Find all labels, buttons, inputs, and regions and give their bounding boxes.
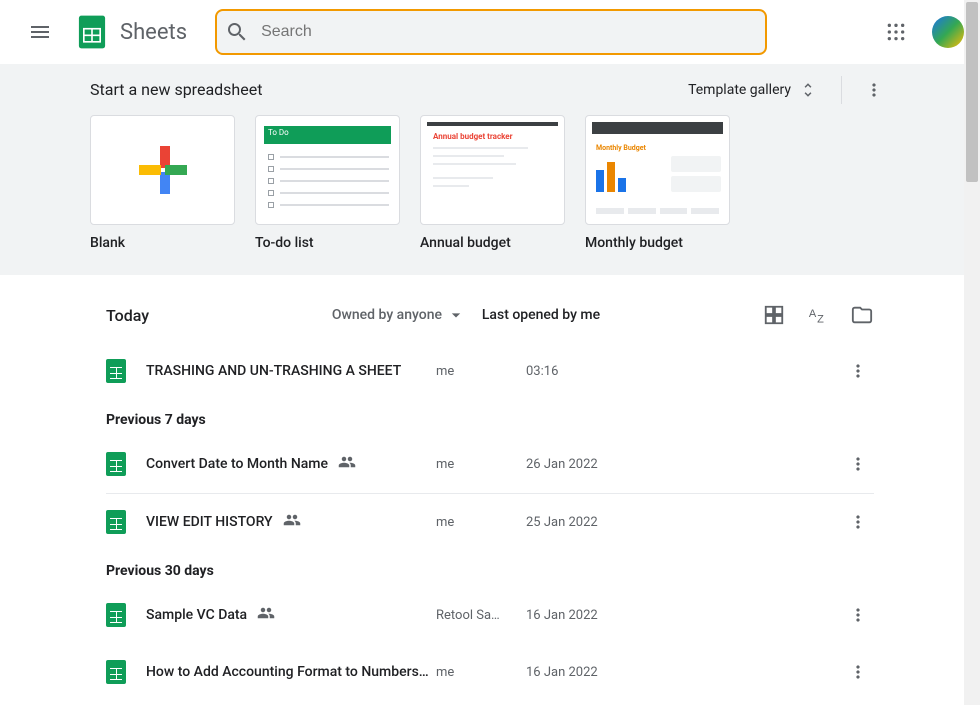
templates-header: Start a new spreadsheet Template gallery	[90, 80, 890, 99]
template-todo[interactable]: To Do To-do list	[255, 115, 400, 251]
account-avatar[interactable]	[932, 16, 964, 48]
document-owner: me	[436, 457, 526, 472]
document-date: 16 Jan 2022	[526, 665, 666, 680]
shared-icon	[257, 604, 275, 626]
template-thumb-todo: To Do	[255, 115, 400, 225]
section-heading: Previous 7 days	[90, 400, 890, 436]
divider	[841, 76, 842, 104]
document-owner: me	[436, 665, 526, 680]
open-file-picker-button[interactable]	[850, 303, 874, 327]
templates-section: Start a new spreadsheet Template gallery	[0, 64, 980, 275]
document-more-button[interactable]	[842, 448, 874, 480]
document-name: VIEW EDIT HISTORY	[146, 511, 436, 533]
sort-label: Last opened by me	[482, 307, 600, 323]
template-label: Monthly budget	[585, 235, 730, 251]
document-date: 26 Jan 2022	[526, 457, 666, 472]
sort-button[interactable]: Last opened by me	[466, 307, 616, 323]
plus-icon	[139, 146, 187, 194]
document-date: 16 Jan 2022	[526, 608, 666, 623]
header: Sheets	[0, 0, 980, 64]
sort-az-icon: AZ	[807, 304, 829, 326]
more-vert-icon	[864, 80, 884, 100]
apps-grid-icon	[886, 22, 906, 42]
document-owner: Retool Sa…	[436, 608, 526, 623]
shared-icon	[338, 453, 356, 475]
template-thumb-blank	[90, 115, 235, 225]
app-name: Sheets	[120, 20, 187, 45]
template-thumb-monthly: Monthly Budget	[585, 115, 730, 225]
document-list-section: Today Owned by anyone Last opened by me …	[0, 275, 980, 701]
document-owner: me	[436, 364, 526, 379]
document-more-button[interactable]	[842, 599, 874, 631]
document-list-header: Today Owned by anyone Last opened by me …	[90, 295, 890, 343]
more-vert-icon	[848, 454, 868, 474]
sheets-logo-icon	[72, 12, 112, 52]
header-right	[876, 12, 964, 52]
document-row[interactable]: How to Add Accounting Format to Numbers……	[90, 644, 890, 701]
view-controls: AZ	[616, 303, 874, 327]
folder-icon	[851, 304, 873, 326]
templates-more-button[interactable]	[858, 74, 890, 106]
search-icon	[225, 20, 249, 44]
grid-view-button[interactable]	[762, 303, 786, 327]
arrow-drop-down-icon	[446, 305, 466, 325]
sheets-file-icon	[106, 510, 146, 534]
template-label: Blank	[90, 235, 235, 251]
templates-title: Start a new spreadsheet	[90, 80, 262, 99]
template-gallery-label: Template gallery	[688, 82, 791, 98]
section-heading: Today	[106, 306, 296, 325]
document-row[interactable]: Sample VC Data Retool Sa… 16 Jan 2022	[90, 587, 890, 644]
shared-icon	[283, 511, 301, 533]
sheets-file-icon	[106, 452, 146, 476]
document-row[interactable]: TRASHING AND UN-TRASHING A SHEET me 03:1…	[90, 343, 890, 400]
more-vert-icon	[848, 361, 868, 381]
more-vert-icon	[848, 605, 868, 625]
scrollbar-thumb[interactable]	[966, 2, 978, 182]
document-name: TRASHING AND UN-TRASHING A SHEET	[146, 363, 436, 379]
sheets-file-icon	[106, 359, 146, 383]
document-row[interactable]: Convert Date to Month Name me 26 Jan 202…	[90, 436, 890, 493]
scrollbar[interactable]	[964, 0, 980, 705]
hamburger-icon	[28, 20, 52, 44]
grid-view-icon	[763, 304, 785, 326]
section-heading: Previous 30 days	[90, 551, 890, 587]
template-gallery-button[interactable]: Template gallery	[680, 77, 825, 103]
document-more-button[interactable]	[842, 656, 874, 688]
more-vert-icon	[848, 662, 868, 682]
template-monthly-budget[interactable]: Monthly Budget Monthly budget	[585, 115, 730, 251]
sort-az-button[interactable]: AZ	[806, 303, 830, 327]
document-name: Convert Date to Month Name	[146, 453, 436, 475]
template-label: To-do list	[255, 235, 400, 251]
svg-text:Z: Z	[817, 313, 824, 325]
owner-filter-label: Owned by anyone	[332, 307, 442, 323]
main-menu-button[interactable]	[16, 8, 64, 56]
sheets-file-icon	[106, 660, 146, 684]
sheets-file-icon	[106, 603, 146, 627]
search-bar[interactable]	[215, 9, 767, 55]
google-apps-button[interactable]	[876, 12, 916, 52]
template-label: Annual budget	[420, 235, 565, 251]
search-input[interactable]	[261, 23, 757, 41]
document-row[interactable]: VIEW EDIT HISTORY me 25 Jan 2022	[90, 494, 890, 551]
owner-filter-dropdown[interactable]: Owned by anyone	[296, 305, 466, 325]
document-name: How to Add Accounting Format to Numbers…	[146, 664, 436, 680]
document-name: Sample VC Data	[146, 604, 436, 626]
template-annual-budget[interactable]: Annual budget tracker Annual budget	[420, 115, 565, 251]
template-thumb-annual: Annual budget tracker	[420, 115, 565, 225]
templates-row: Blank To Do To-do list	[90, 115, 890, 251]
document-more-button[interactable]	[842, 355, 874, 387]
document-owner: me	[436, 515, 526, 530]
document-date: 03:16	[526, 364, 666, 379]
document-date: 25 Jan 2022	[526, 515, 666, 530]
unfold-icon	[799, 81, 817, 99]
more-vert-icon	[848, 512, 868, 532]
document-more-button[interactable]	[842, 506, 874, 538]
svg-text:A: A	[809, 308, 817, 320]
logo[interactable]: Sheets	[72, 12, 187, 52]
template-blank[interactable]: Blank	[90, 115, 235, 251]
